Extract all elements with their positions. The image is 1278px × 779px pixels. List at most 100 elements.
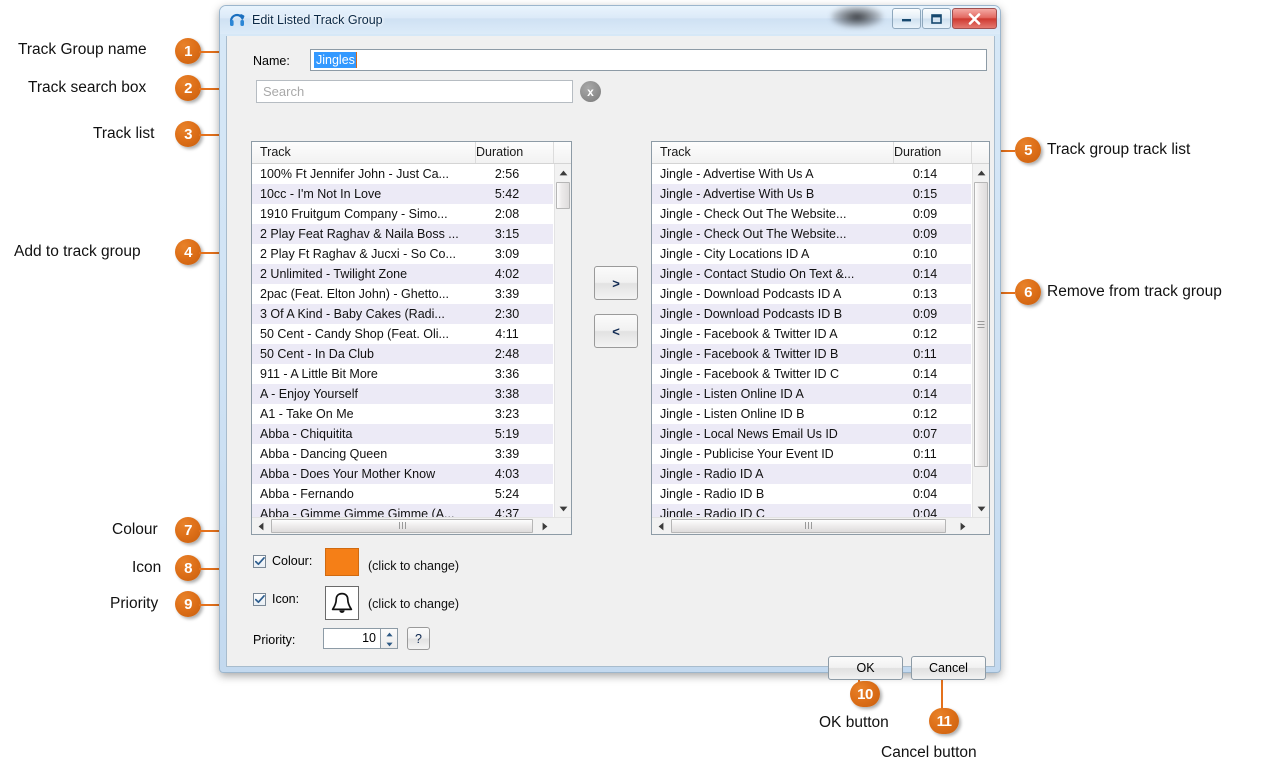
scroll-left-icon[interactable]	[652, 518, 669, 534]
table-row[interactable]: A - Enjoy Yourself3:38	[252, 384, 553, 404]
track-list-vscrollbar[interactable]	[554, 164, 571, 517]
track-group-hscrollbar[interactable]	[652, 517, 989, 534]
table-row[interactable]: Jingle - Download Podcasts ID B0:09	[652, 304, 971, 324]
priority-input[interactable]: 10	[323, 628, 381, 649]
table-row[interactable]: Jingle - Download Podcasts ID A0:13	[652, 284, 971, 304]
table-row[interactable]: Jingle - Advertise With Us A0:14	[652, 164, 971, 184]
stepper-up-icon[interactable]	[381, 629, 397, 639]
scroll-left-icon[interactable]	[252, 518, 269, 534]
table-row[interactable]: 100% Ft Jennifer John - Just Ca...2:56	[252, 164, 553, 184]
track-list[interactable]: Track Duration 100% Ft Jennifer John - J…	[251, 141, 572, 535]
name-input[interactable]: Jingles	[310, 49, 987, 71]
bell-icon[interactable]	[325, 586, 359, 620]
duration-cell: 0:15	[893, 187, 971, 201]
track-name-cell: 50 Cent - Candy Shop (Feat. Oli...	[252, 327, 475, 341]
table-row[interactable]: Jingle - Radio ID B0:04	[652, 484, 971, 504]
track-name-cell: Abba - Chiquitita	[252, 427, 475, 441]
scroll-right-icon[interactable]	[536, 518, 553, 534]
search-input[interactable]: Search	[256, 80, 573, 103]
track-name-cell: Jingle - Facebook & Twitter ID A	[652, 327, 893, 341]
table-row[interactable]: 2 Unlimited - Twilight Zone4:02	[252, 264, 553, 284]
scroll-up-icon[interactable]	[555, 164, 572, 181]
table-row[interactable]: Jingle - Publicise Your Event ID0:11	[652, 444, 971, 464]
redacted-region	[831, 6, 883, 28]
table-row[interactable]: Jingle - City Locations ID A0:10	[652, 244, 971, 264]
track-list-hscroll-thumb[interactable]	[271, 519, 533, 533]
table-row[interactable]: 50 Cent - In Da Club2:48	[252, 344, 553, 364]
track-name-cell: A1 - Take On Me	[252, 407, 475, 421]
priority-stepper[interactable]	[381, 628, 398, 649]
table-row[interactable]: 2 Play Ft Raghav & Jucxi - So Co...3:09	[252, 244, 553, 264]
duration-cell: 3:09	[475, 247, 553, 261]
table-row[interactable]: Jingle - Listen Online ID A0:14	[652, 384, 971, 404]
column-header-track[interactable]: Track	[252, 142, 476, 163]
callout-label-7: Colour	[112, 522, 158, 538]
table-row[interactable]: A1 - Take On Me3:23	[252, 404, 553, 424]
table-row[interactable]: 1910 Fruitgum Company - Simo...2:08	[252, 204, 553, 224]
colour-checkbox[interactable]	[253, 555, 266, 568]
duration-cell: 5:24	[475, 487, 553, 501]
track-list-hscrollbar[interactable]	[252, 517, 571, 534]
duration-cell: 4:37	[475, 507, 553, 517]
remove-from-track-group-button[interactable]: <	[594, 314, 638, 348]
callout-label-9: Priority	[110, 596, 158, 612]
table-row[interactable]: Abba - Fernando5:24	[252, 484, 553, 504]
hscroll-grip	[804, 517, 813, 535]
minimize-button[interactable]	[892, 8, 921, 29]
maximize-button[interactable]	[922, 8, 951, 29]
track-list-vscroll-thumb[interactable]	[556, 182, 570, 209]
column-header-track[interactable]: Track	[652, 142, 894, 163]
scroll-up-icon[interactable]	[973, 164, 990, 181]
track-group-track-list[interactable]: Track Duration Jingle - Advertise With U…	[651, 141, 990, 535]
add-to-track-group-button[interactable]: >	[594, 266, 638, 300]
track-name-cell: 2pac (Feat. Elton John) - Ghetto...	[252, 287, 475, 301]
table-row[interactable]: Jingle - Radio ID A0:04	[652, 464, 971, 484]
colour-swatch[interactable]	[325, 548, 359, 576]
track-name-cell: Jingle - Radio ID C	[652, 507, 893, 517]
duration-cell: 0:14	[893, 367, 971, 381]
scroll-right-icon[interactable]	[954, 518, 971, 534]
close-button[interactable]	[952, 8, 997, 29]
table-row[interactable]: Jingle - Radio ID C0:04	[652, 504, 971, 517]
scroll-down-icon[interactable]	[973, 500, 990, 517]
track-name-cell: Abba - Gimme Gimme Gimme (A...	[252, 507, 475, 517]
track-name-cell: 100% Ft Jennifer John - Just Ca...	[252, 167, 475, 181]
clear-glyph: x	[587, 85, 594, 99]
cancel-button[interactable]: Cancel	[911, 656, 986, 680]
duration-cell: 2:08	[475, 207, 553, 221]
scroll-down-icon[interactable]	[555, 500, 572, 517]
table-row[interactable]: Abba - Does Your Mother Know4:03	[252, 464, 553, 484]
stepper-down-icon[interactable]	[381, 639, 397, 649]
table-row[interactable]: 3 Of A Kind - Baby Cakes (Radi...2:30	[252, 304, 553, 324]
track-group-hscroll-thumb[interactable]	[671, 519, 946, 533]
table-row[interactable]: 10cc - I'm Not In Love5:42	[252, 184, 553, 204]
table-row[interactable]: 2pac (Feat. Elton John) - Ghetto...3:39	[252, 284, 553, 304]
table-row[interactable]: Jingle - Facebook & Twitter ID B0:11	[652, 344, 971, 364]
ok-button[interactable]: OK	[828, 656, 903, 680]
table-row[interactable]: 2 Play Feat Raghav & Naila Boss ...3:15	[252, 224, 553, 244]
table-row[interactable]: Jingle - Contact Studio On Text &...0:14	[652, 264, 971, 284]
table-row[interactable]: Jingle - Check Out The Website...0:09	[652, 204, 971, 224]
table-row[interactable]: Jingle - Facebook & Twitter ID A0:12	[652, 324, 971, 344]
table-row[interactable]: Jingle - Facebook & Twitter ID C0:14	[652, 364, 971, 384]
clear-search-icon[interactable]: x	[580, 81, 601, 102]
table-row[interactable]: Jingle - Local News Email Us ID0:07	[652, 424, 971, 444]
table-row[interactable]: Jingle - Check Out The Website...0:09	[652, 224, 971, 244]
table-row[interactable]: Jingle - Listen Online ID B0:12	[652, 404, 971, 424]
column-header-duration[interactable]: Duration	[894, 142, 972, 163]
priority-help-button[interactable]: ?	[407, 627, 430, 650]
column-header-duration[interactable]: Duration	[476, 142, 554, 163]
track-group-vscrollbar[interactable]	[972, 164, 989, 517]
table-row[interactable]: 50 Cent - Candy Shop (Feat. Oli...4:11	[252, 324, 553, 344]
table-row[interactable]: Abba - Chiquitita5:19	[252, 424, 553, 444]
table-row[interactable]: Abba - Gimme Gimme Gimme (A...4:37	[252, 504, 553, 517]
duration-cell: 4:03	[475, 467, 553, 481]
track-name-cell: Jingle - Advertise With Us A	[652, 167, 893, 181]
table-row[interactable]: Abba - Dancing Queen3:39	[252, 444, 553, 464]
title-bar[interactable]: Edit Listed Track Group	[220, 6, 1000, 34]
track-name-cell: Jingle - Radio ID A	[652, 467, 893, 481]
table-row[interactable]: Jingle - Advertise With Us B0:15	[652, 184, 971, 204]
track-group-vscroll-thumb[interactable]	[974, 182, 988, 467]
icon-checkbox[interactable]	[253, 593, 266, 606]
table-row[interactable]: 911 - A Little Bit More3:36	[252, 364, 553, 384]
